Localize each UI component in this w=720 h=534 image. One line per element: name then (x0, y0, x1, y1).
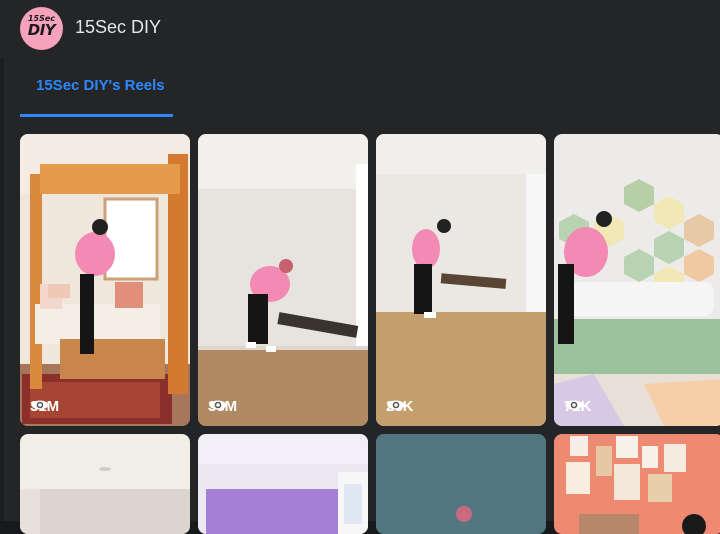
page-avatar[interactable]: 15Sec DIY (20, 7, 63, 50)
reel-thumbnail[interactable]: 33M (198, 134, 368, 426)
reel-thumbnail[interactable]: 31M (20, 134, 190, 426)
eye-icon (31, 400, 49, 410)
reel-thumbnail[interactable]: 72K (554, 134, 720, 426)
avatar-logo-main: DIY (27, 21, 56, 39)
reel-thumbnail[interactable]: 23K (376, 134, 546, 426)
reel-image (376, 134, 546, 426)
tab-reels[interactable]: 15Sec DIY's Reels (20, 58, 173, 117)
reel-image (554, 134, 720, 426)
reel-image (20, 134, 190, 426)
reel-thumbnail[interactable] (554, 434, 720, 534)
eye-icon (209, 400, 227, 410)
reel-thumbnail[interactable] (198, 434, 368, 534)
reel-image (198, 434, 368, 534)
view-count: 31M (30, 398, 59, 415)
reel-thumbnail[interactable] (376, 434, 546, 534)
reel-image (554, 434, 720, 534)
view-count: 23K (386, 398, 414, 415)
reel-thumbnail[interactable] (20, 434, 190, 534)
reel-image (198, 134, 368, 426)
page-header: 15Sec DIY 15Sec DIY (0, 0, 720, 58)
reel-image (20, 434, 190, 534)
reel-image (376, 434, 546, 534)
tab-reels-label: 15Sec DIY's Reels (36, 77, 165, 94)
eye-icon (565, 400, 583, 410)
view-count: 72K (564, 398, 592, 415)
avatar-logo: 15Sec DIY (24, 15, 59, 38)
page-title[interactable]: 15Sec DIY (75, 17, 161, 38)
panel-divider (0, 58, 4, 521)
view-count: 33M (208, 398, 237, 415)
eye-icon (387, 400, 405, 410)
tab-active-indicator (20, 114, 173, 117)
